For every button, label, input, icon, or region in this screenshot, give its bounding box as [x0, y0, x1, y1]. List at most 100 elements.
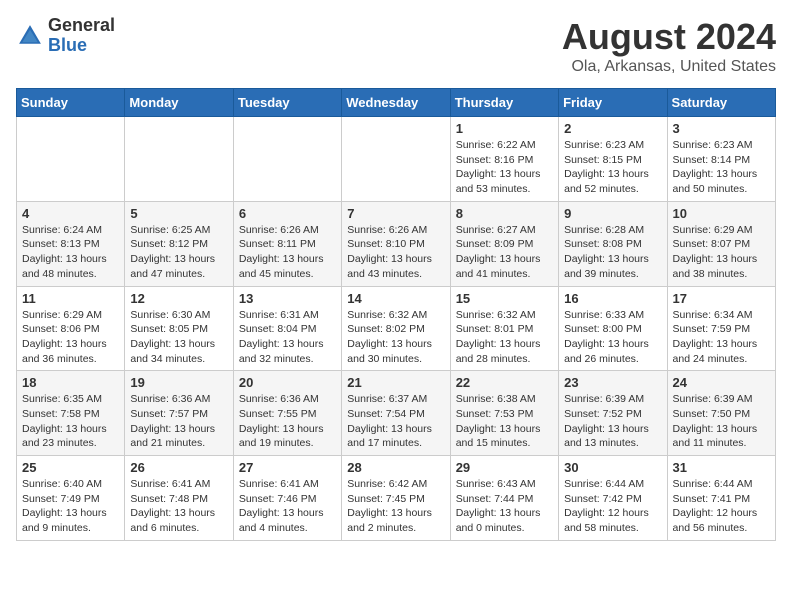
day-info: Sunrise: 6:31 AM Sunset: 8:04 PM Dayligh… — [239, 308, 336, 367]
calendar-cell: 8 Sunrise: 6:27 AM Sunset: 8:09 PM Daylig… — [450, 201, 558, 286]
calendar-cell: 7 Sunrise: 6:26 AM Sunset: 8:10 PM Daylig… — [342, 201, 450, 286]
day-of-week-header: Sunday — [17, 89, 125, 117]
calendar-cell: 21 Sunrise: 6:37 AM Sunset: 7:54 PM Dayli… — [342, 371, 450, 456]
day-info: Sunrise: 6:29 AM Sunset: 8:07 PM Dayligh… — [673, 223, 770, 282]
calendar-cell: 5 Sunrise: 6:25 AM Sunset: 8:12 PM Daylig… — [125, 201, 233, 286]
calendar-cell: 3 Sunrise: 6:23 AM Sunset: 8:14 PM Daylig… — [667, 117, 775, 202]
day-number: 4 — [22, 206, 119, 221]
day-number: 17 — [673, 291, 770, 306]
logo: General Blue — [16, 16, 115, 56]
day-number: 11 — [22, 291, 119, 306]
calendar-cell: 27Sunrise: 6:41 AM Sunset: 7:46 PM Dayli… — [233, 456, 341, 541]
day-of-week-header: Monday — [125, 89, 233, 117]
day-info: Sunrise: 6:32 AM Sunset: 8:02 PM Dayligh… — [347, 308, 444, 367]
day-number: 18 — [22, 375, 119, 390]
day-info: Sunrise: 6:43 AM Sunset: 7:44 PM Dayligh… — [456, 477, 553, 536]
day-number: 25 — [22, 460, 119, 475]
calendar-cell: 9Sunrise: 6:28 AM Sunset: 8:08 PM Daylig… — [559, 201, 667, 286]
calendar-cell: 23Sunrise: 6:39 AM Sunset: 7:52 PM Dayli… — [559, 371, 667, 456]
calendar-cell: 4 Sunrise: 6:24 AM Sunset: 8:13 PM Daylig… — [17, 201, 125, 286]
calendar-cell: 29 Sunrise: 6:43 AM Sunset: 7:44 PM Dayli… — [450, 456, 558, 541]
calendar-cell — [125, 117, 233, 202]
day-number: 10 — [673, 206, 770, 221]
day-number: 22 — [456, 375, 553, 390]
calendar-cell: 19Sunrise: 6:36 AM Sunset: 7:57 PM Dayli… — [125, 371, 233, 456]
day-info: Sunrise: 6:39 AM Sunset: 7:52 PM Dayligh… — [564, 392, 661, 451]
day-number: 9 — [564, 206, 661, 221]
calendar-cell: 2 Sunrise: 6:23 AM Sunset: 8:15 PM Daylig… — [559, 117, 667, 202]
day-number: 21 — [347, 375, 444, 390]
day-info: Sunrise: 6:39 AM Sunset: 7:50 PM Dayligh… — [673, 392, 770, 451]
calendar-week-row: 11 Sunrise: 6:29 AM Sunset: 8:06 PM Dayli… — [17, 286, 776, 371]
day-number: 13 — [239, 291, 336, 306]
day-info: Sunrise: 6:33 AM Sunset: 8:00 PM Dayligh… — [564, 308, 661, 367]
day-number: 29 — [456, 460, 553, 475]
day-of-week-header: Wednesday — [342, 89, 450, 117]
day-number: 30 — [564, 460, 661, 475]
calendar-cell: 10 Sunrise: 6:29 AM Sunset: 8:07 PM Dayli… — [667, 201, 775, 286]
day-number: 31 — [673, 460, 770, 475]
day-number: 16 — [564, 291, 661, 306]
day-info: Sunrise: 6:41 AM Sunset: 7:48 PM Dayligh… — [130, 477, 227, 536]
day-info: Sunrise: 6:23 AM Sunset: 8:14 PM Dayligh… — [673, 138, 770, 197]
calendar-week-row: 25 Sunrise: 6:40 AM Sunset: 7:49 PM Dayli… — [17, 456, 776, 541]
day-number: 2 — [564, 121, 661, 136]
calendar-cell: 20 Sunrise: 6:36 AM Sunset: 7:55 PM Dayli… — [233, 371, 341, 456]
day-number: 5 — [130, 206, 227, 221]
day-number: 6 — [239, 206, 336, 221]
day-info: Sunrise: 6:26 AM Sunset: 8:10 PM Dayligh… — [347, 223, 444, 282]
day-number: 20 — [239, 375, 336, 390]
day-number: 14 — [347, 291, 444, 306]
location-text: Ola, Arkansas, United States — [562, 58, 776, 76]
day-number: 24 — [673, 375, 770, 390]
calendar-cell — [233, 117, 341, 202]
day-info: Sunrise: 6:35 AM Sunset: 7:58 PM Dayligh… — [22, 392, 119, 451]
day-number: 7 — [347, 206, 444, 221]
day-info: Sunrise: 6:26 AM Sunset: 8:11 PM Dayligh… — [239, 223, 336, 282]
day-info: Sunrise: 6:38 AM Sunset: 7:53 PM Dayligh… — [456, 392, 553, 451]
day-info: Sunrise: 6:36 AM Sunset: 7:55 PM Dayligh… — [239, 392, 336, 451]
calendar-cell: 28Sunrise: 6:42 AM Sunset: 7:45 PM Dayli… — [342, 456, 450, 541]
calendar-cell: 22 Sunrise: 6:38 AM Sunset: 7:53 PM Dayli… — [450, 371, 558, 456]
calendar-week-row: 18 Sunrise: 6:35 AM Sunset: 7:58 PM Dayli… — [17, 371, 776, 456]
calendar-cell — [342, 117, 450, 202]
day-info: Sunrise: 6:44 AM Sunset: 7:42 PM Dayligh… — [564, 477, 661, 536]
day-number: 15 — [456, 291, 553, 306]
day-info: Sunrise: 6:44 AM Sunset: 7:41 PM Dayligh… — [673, 477, 770, 536]
calendar-cell: 15 Sunrise: 6:32 AM Sunset: 8:01 PM Dayli… — [450, 286, 558, 371]
title-block: August 2024 Ola, Arkansas, United States — [562, 16, 776, 76]
calendar-cell: 24 Sunrise: 6:39 AM Sunset: 7:50 PM Dayli… — [667, 371, 775, 456]
calendar-cell: 1Sunrise: 6:22 AM Sunset: 8:16 PM Daylig… — [450, 117, 558, 202]
calendar-cell: 25 Sunrise: 6:40 AM Sunset: 7:49 PM Dayli… — [17, 456, 125, 541]
day-info: Sunrise: 6:23 AM Sunset: 8:15 PM Dayligh… — [564, 138, 661, 197]
logo-icon — [16, 22, 44, 50]
calendar-cell — [17, 117, 125, 202]
day-info: Sunrise: 6:37 AM Sunset: 7:54 PM Dayligh… — [347, 392, 444, 451]
day-number: 12 — [130, 291, 227, 306]
day-info: Sunrise: 6:27 AM Sunset: 8:09 PM Dayligh… — [456, 223, 553, 282]
day-info: Sunrise: 6:29 AM Sunset: 8:06 PM Dayligh… — [22, 308, 119, 367]
page-header: General Blue August 2024 Ola, Arkansas, … — [16, 16, 776, 76]
day-info: Sunrise: 6:25 AM Sunset: 8:12 PM Dayligh… — [130, 223, 227, 282]
day-info: Sunrise: 6:30 AM Sunset: 8:05 PM Dayligh… — [130, 308, 227, 367]
calendar-cell: 12 Sunrise: 6:30 AM Sunset: 8:05 PM Dayli… — [125, 286, 233, 371]
calendar-cell: 11 Sunrise: 6:29 AM Sunset: 8:06 PM Dayli… — [17, 286, 125, 371]
calendar-cell: 6 Sunrise: 6:26 AM Sunset: 8:11 PM Daylig… — [233, 201, 341, 286]
calendar-cell: 17 Sunrise: 6:34 AM Sunset: 7:59 PM Dayli… — [667, 286, 775, 371]
day-number: 1 — [456, 121, 553, 136]
day-info: Sunrise: 6:24 AM Sunset: 8:13 PM Dayligh… — [22, 223, 119, 282]
calendar-cell: 26Sunrise: 6:41 AM Sunset: 7:48 PM Dayli… — [125, 456, 233, 541]
day-number: 3 — [673, 121, 770, 136]
calendar-header-row: SundayMondayTuesdayWednesdayThursdayFrid… — [17, 89, 776, 117]
calendar-week-row: 1Sunrise: 6:22 AM Sunset: 8:16 PM Daylig… — [17, 117, 776, 202]
day-number: 8 — [456, 206, 553, 221]
day-info: Sunrise: 6:34 AM Sunset: 7:59 PM Dayligh… — [673, 308, 770, 367]
calendar-table: SundayMondayTuesdayWednesdayThursdayFrid… — [16, 88, 776, 541]
day-info: Sunrise: 6:32 AM Sunset: 8:01 PM Dayligh… — [456, 308, 553, 367]
day-of-week-header: Thursday — [450, 89, 558, 117]
day-info: Sunrise: 6:41 AM Sunset: 7:46 PM Dayligh… — [239, 477, 336, 536]
day-of-week-header: Tuesday — [233, 89, 341, 117]
month-title: August 2024 — [562, 16, 776, 58]
day-info: Sunrise: 6:40 AM Sunset: 7:49 PM Dayligh… — [22, 477, 119, 536]
calendar-cell: 16 Sunrise: 6:33 AM Sunset: 8:00 PM Dayli… — [559, 286, 667, 371]
